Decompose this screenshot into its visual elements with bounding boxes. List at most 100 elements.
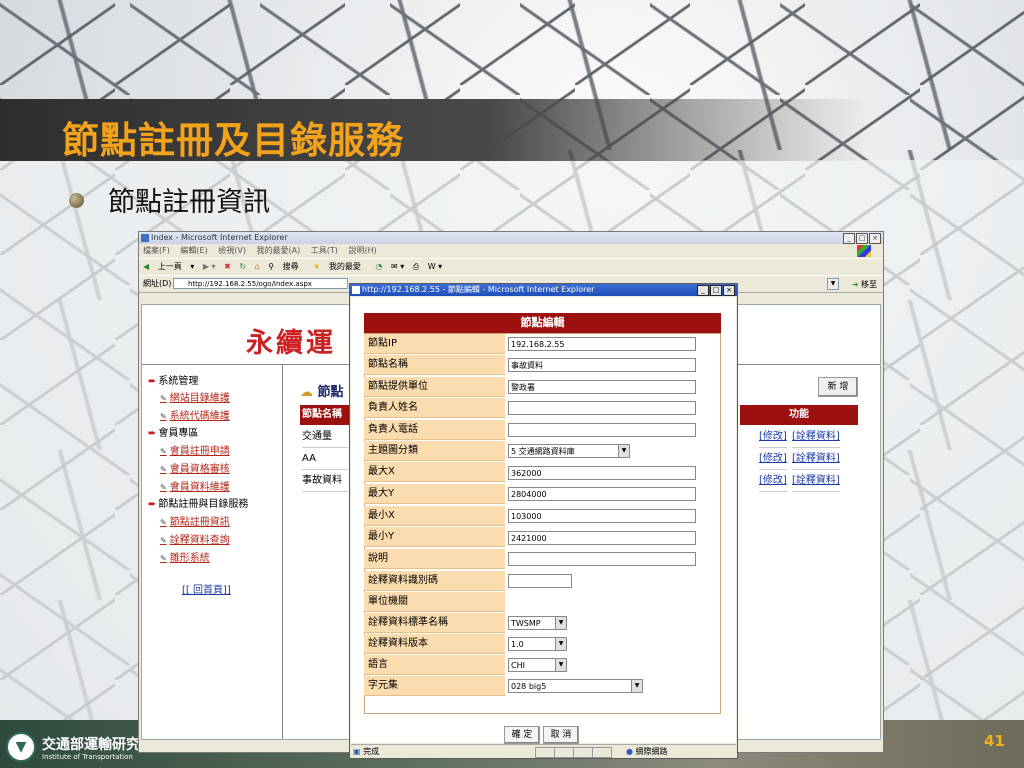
address-dropdown-icon[interactable]: ▼ — [827, 278, 839, 290]
search-button[interactable]: ⚲ 搜尋 — [268, 262, 304, 271]
nav-member-area[interactable]: ➨ 會員專區 — [148, 424, 198, 439]
close-button[interactable]: × — [869, 233, 881, 244]
pencil-icon: ✎ — [160, 465, 167, 474]
menu-view[interactable]: 檢視(V) — [218, 246, 246, 255]
nav-label: 系統管理 — [158, 376, 199, 387]
back-button[interactable]: ◀ 上一頁 ▾ — [143, 262, 194, 271]
favorites-button[interactable]: ★ 我的最愛 — [313, 262, 367, 271]
favorites-label: 我的最愛 — [328, 262, 361, 271]
maximize-button[interactable]: □ — [856, 233, 868, 244]
dropdown-arrow-icon: ▼ — [618, 445, 629, 457]
node-edit-popup: http://192.168.2.55 - 節點編輯 - Microsoft I… — [349, 283, 738, 759]
home-link[interactable]: [[ 回首頁]] — [182, 581, 231, 596]
ie-window-controls: _ □ × — [843, 233, 881, 244]
metadata-link[interactable]: [詮釋資料] — [792, 426, 840, 448]
nav-system-code[interactable]: ✎ 系統代碼維護 — [160, 407, 230, 422]
status-segment — [554, 747, 574, 758]
nav-member-maintain[interactable]: ✎ 會員資料維護 — [160, 478, 230, 493]
max-y-input[interactable]: 2804000 — [508, 487, 696, 501]
red-arrow-icon: ➨ — [148, 428, 157, 439]
edit-link[interactable]: [修改] — [759, 470, 787, 492]
history-icon[interactable]: ◔ — [375, 262, 382, 271]
status-done-text: 完成 — [363, 747, 380, 756]
theme-select-value: 5 交通網路資料庫 — [511, 447, 575, 456]
menu-edit[interactable]: 編輯(E) — [180, 246, 207, 255]
metadata-link[interactable]: [詮釋資料] — [792, 448, 840, 470]
label-max-y: 最大Y — [364, 484, 505, 504]
menu-help[interactable]: 說明(H) — [348, 246, 376, 255]
star-icon: ★ — [313, 262, 321, 271]
add-node-button[interactable]: 新 增 — [818, 377, 858, 397]
back-label: 上一頁 — [157, 262, 182, 271]
minimize-button[interactable]: _ — [697, 285, 709, 296]
metadata-link[interactable]: [詮釋資料] — [792, 470, 840, 492]
label-contact-name: 負責人姓名 — [364, 398, 505, 418]
label-charset: 字元集 — [364, 676, 505, 696]
close-button[interactable]: × — [723, 285, 735, 296]
left-nav: ➨ 系統管理 ✎ 網站目錄維護 ✎ 系統代碼維護 ➨ 會員專區 ✎ 會員註冊申請 ✎ 會員資… — [142, 365, 283, 739]
menu-file[interactable]: 檔案(F) — [143, 246, 170, 255]
nav-geo-system[interactable]: ✎ 雛形系統 — [160, 549, 210, 564]
provider-input[interactable]: 警政署 — [508, 380, 696, 394]
confirm-button[interactable]: 確 定 — [504, 726, 540, 744]
menu-tools[interactable]: 工具(T) — [311, 246, 338, 255]
description-input[interactable] — [508, 552, 696, 566]
label-metadata-ver: 詮釋資料版本 — [364, 634, 505, 654]
nav-metadata-query[interactable]: ✎ 詮釋資料查詢 — [160, 531, 230, 546]
max-x-input[interactable]: 362000 — [508, 466, 696, 480]
nav-node-registration[interactable]: ➨ 節點註冊與目錄服務 — [148, 495, 248, 510]
col-node-name: 節點名稱 — [300, 405, 352, 425]
stop-icon[interactable]: ✖ — [224, 262, 231, 271]
min-y-input[interactable]: 2421000 — [508, 531, 696, 545]
charset-select[interactable]: 028 big5 ▼ — [508, 679, 643, 693]
popup-window-title: http://192.168.2.55 - 節點編輯 - Microsoft I… — [362, 285, 595, 294]
ie-title-bar: Index - Microsoft Internet Explorer _ □ … — [139, 232, 883, 244]
nav-node-info[interactable]: ✎ 節點註冊資訊 — [160, 513, 230, 528]
label-description: 說明 — [364, 549, 505, 569]
popup-status-bar: ▣ 完成 ● 網際網路 — [351, 744, 736, 758]
node-name-input[interactable]: 事故資料 — [508, 358, 696, 372]
go-button[interactable]: ➔ 移至 — [852, 277, 877, 293]
go-label: 移至 — [861, 280, 877, 289]
pencil-icon: ✎ — [160, 394, 167, 403]
minimize-button[interactable]: _ — [843, 233, 855, 244]
nav-site-directory[interactable]: ✎ 網站目錄維護 — [160, 389, 230, 404]
label-min-x: 最小X — [364, 506, 505, 526]
status-segment — [592, 747, 612, 758]
label-node-name: 節點名稱 — [364, 355, 505, 375]
slide-title: 節點註冊及目錄服務 — [62, 118, 404, 162]
maximize-button[interactable]: □ — [710, 285, 722, 296]
metadata-std-select[interactable]: TWSMP ▼ — [508, 616, 567, 630]
nav-member-review[interactable]: ✎ 會員資格審核 — [160, 460, 230, 475]
page-done-icon: ▣ — [353, 747, 361, 756]
ie-window-title: Index - Microsoft Internet Explorer — [151, 233, 288, 242]
metadata-ver-value: 1.0 — [511, 640, 524, 649]
internet-globe-icon: ● — [626, 747, 633, 756]
forward-button[interactable]: ▶ ▾ — [203, 262, 216, 271]
node-ip-input[interactable]: 192.168.2.55 — [508, 337, 696, 351]
contact-name-input[interactable] — [508, 401, 696, 415]
menu-favorites[interactable]: 我的最愛(A) — [257, 246, 301, 255]
mail-icon[interactable]: ✉ ▾ — [391, 262, 404, 271]
label-provider: 節點提供單位 — [364, 377, 505, 397]
contact-phone-input[interactable] — [508, 423, 696, 437]
nav-label: 網站目錄維護 — [169, 393, 230, 404]
red-arrow-icon: ➨ — [148, 499, 157, 510]
metadata-std-value: TWSMP — [511, 619, 541, 628]
refresh-icon[interactable]: ↻ — [239, 262, 246, 271]
nav-member-register[interactable]: ✎ 會員註冊申請 — [160, 442, 230, 457]
min-x-input[interactable]: 103000 — [508, 509, 696, 523]
metadata-id-input[interactable] — [508, 574, 572, 588]
print-icon[interactable]: ⎙ — [413, 262, 419, 271]
word-icon[interactable]: W ▾ — [428, 262, 442, 271]
metadata-ver-select[interactable]: 1.0 ▼ — [508, 637, 567, 651]
pencil-icon: ✎ — [160, 412, 167, 421]
edit-link[interactable]: [修改] — [759, 426, 787, 448]
address-input[interactable]: http://192.168.2.55/ogo/Index.aspx — [173, 278, 348, 289]
cancel-button[interactable]: 取 消 — [543, 726, 579, 744]
theme-select[interactable]: 5 交通網路資料庫 ▼ — [508, 444, 630, 458]
home-icon[interactable]: ⌂ — [255, 262, 260, 271]
edit-link[interactable]: [修改] — [759, 448, 787, 470]
nav-system-mgmt[interactable]: ➨ 系統管理 — [148, 372, 198, 387]
language-select[interactable]: CHI ▼ — [508, 658, 567, 672]
